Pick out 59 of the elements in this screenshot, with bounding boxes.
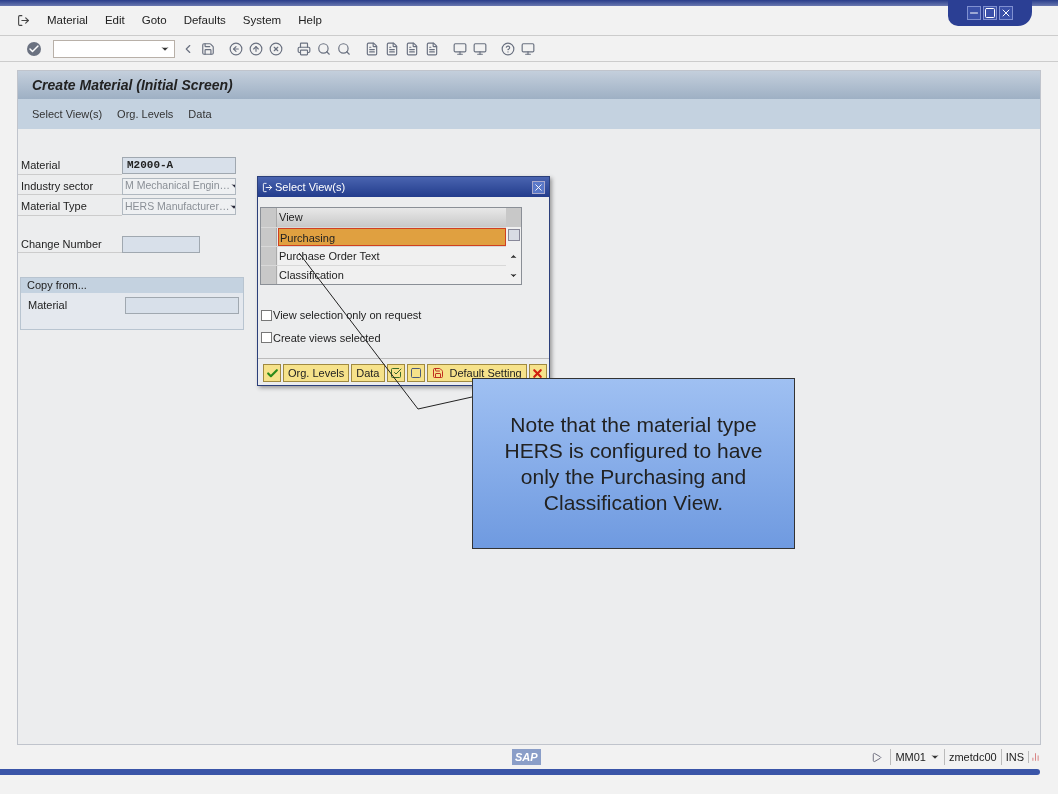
scroll-thumb[interactable] [507,229,520,241]
input-mode: INS [1000,748,1028,766]
transaction-code: MM01 [890,748,926,766]
dialog-button[interactable]: Org. Levels [283,364,350,382]
checkmark-icon [265,366,279,380]
scrollbar[interactable] [506,227,521,284]
menu-icon[interactable] [17,14,30,27]
checkbox-label: View selection only on request [273,308,422,323]
deselect-button[interactable] [406,364,425,382]
find-next-icon[interactable] [337,41,351,56]
column-header: View [277,208,506,227]
menu-item[interactable]: Goto [141,11,167,30]
menu-item[interactable]: Edit [104,11,125,30]
print-icon[interactable] [297,41,311,56]
menu-item[interactable]: Defaults [183,11,226,30]
save-icon [431,367,444,379]
enter-icon[interactable] [27,41,41,56]
cancel-icon[interactable] [269,41,283,56]
back-icon[interactable] [229,41,243,56]
dialog-icon [262,181,273,193]
screen-title: Create Material (Initial Screen) [18,71,1040,99]
expand-icon[interactable] [871,751,883,763]
help-icon[interactable] [501,41,515,56]
command-field[interactable] [53,39,175,58]
input-field[interactable]: M2000-A [122,157,236,175]
maximize-icon[interactable] [983,6,997,20]
deselect-all-icon [409,367,422,379]
checkbox[interactable] [261,332,272,344]
input-field[interactable] [125,297,239,314]
toolbar-button[interactable]: Org. Levels [117,105,174,123]
dialog-title: Select View(s) [275,179,347,195]
confirm-button[interactable] [263,364,281,382]
select-all-icon [389,367,402,379]
view-row[interactable]: Purchasing [278,228,506,246]
close-icon[interactable] [532,180,545,194]
save-icon[interactable] [201,41,215,56]
dialog-button[interactable]: Data [351,364,385,382]
menu-item[interactable]: Help [298,11,322,30]
toolbar-button[interactable]: Data [188,105,212,123]
menu-item[interactable]: System [242,11,282,30]
find-icon[interactable] [317,41,331,56]
toolbar-button[interactable]: Select View(s) [32,105,103,123]
menu-item[interactable]: Material [47,11,88,30]
minimize-icon[interactable] [967,6,981,20]
group-title: Copy from... [21,278,243,293]
server-name: zmetdc00 [943,748,1001,766]
field-label: Material [28,298,69,314]
sap-logo: SAP [512,748,541,766]
scroll-down-icon[interactable] [509,271,518,280]
checkbox[interactable] [261,309,272,321]
input-field[interactable] [122,235,200,253]
note-callout: Note that the material type HERS is configured to have only the Purchasing and Classification View. [472,378,795,549]
checkbox-label: Create views selected [273,330,381,346]
scroll-up-icon[interactable] [509,252,518,261]
close-icon [531,366,545,380]
performance-icon [1028,751,1040,763]
dropdown-icon[interactable] [929,752,940,762]
close-icon[interactable] [999,6,1013,20]
select-all-button[interactable] [386,364,405,382]
